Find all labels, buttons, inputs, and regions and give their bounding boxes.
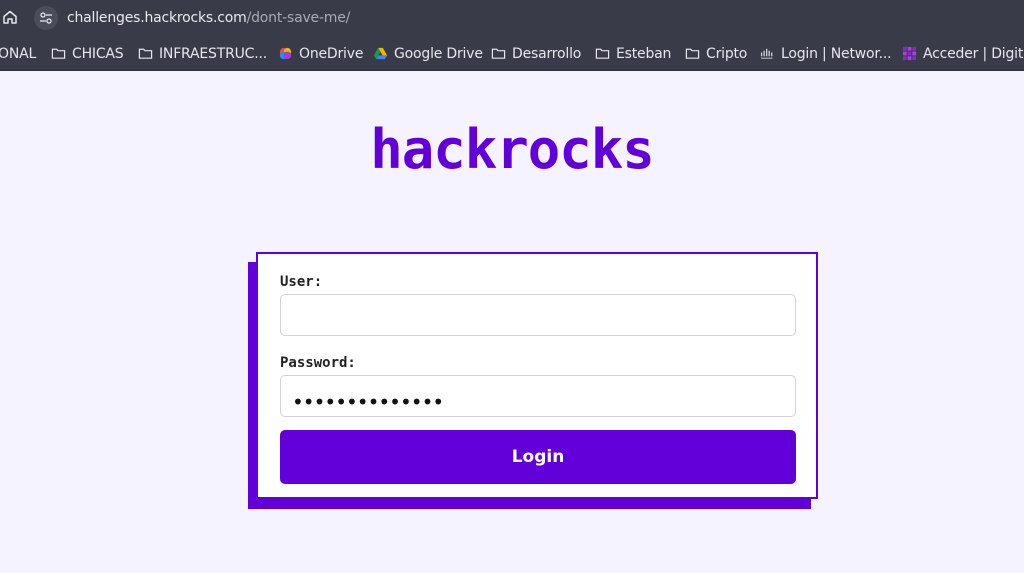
bookmark-label: CHICAS xyxy=(72,45,124,62)
folder-icon xyxy=(51,48,66,59)
password-label: Password: xyxy=(280,355,356,371)
bookmark-infraestruc[interactable]: INFRAESTRUC... xyxy=(138,36,267,70)
url-host: challenges.hackrocks.com xyxy=(67,10,247,26)
bookmarks-bar: ONAL CHICAS INFRAESTRUC... OneDrive Goog… xyxy=(0,36,1024,71)
cisco-icon xyxy=(760,48,773,59)
login-form: User: Password: •••••••••••••• Login xyxy=(256,252,818,499)
hackrocks-logo: hackrocks xyxy=(370,118,655,181)
bookmark-esteban[interactable]: Esteban xyxy=(595,36,672,70)
bookmark-label: Login | Networ... xyxy=(781,45,892,62)
bookmark-label: OneDrive xyxy=(299,45,364,62)
folder-icon xyxy=(595,48,610,59)
login-button[interactable]: Login xyxy=(280,430,796,484)
bookmark-label: Esteban xyxy=(616,45,672,62)
bookmark-onedrive[interactable]: OneDrive xyxy=(278,36,364,70)
url-path: /dont-save-me/ xyxy=(246,10,351,26)
site-info-button[interactable] xyxy=(34,6,58,30)
bookmark-cripto[interactable]: Cripto xyxy=(685,36,748,70)
url-field[interactable]: challenges.hackrocks.com/dont-save-me/ xyxy=(67,10,350,26)
home-icon[interactable] xyxy=(2,9,18,25)
folder-icon xyxy=(491,48,506,59)
folder-icon xyxy=(685,48,700,59)
user-input[interactable] xyxy=(280,294,796,336)
folder-icon xyxy=(138,48,153,59)
bookmark-login-network[interactable]: Login | Networ... xyxy=(760,36,892,70)
bookmark-desarrollo[interactable]: Desarrollo xyxy=(491,36,582,70)
bookmark-label: Desarrollo xyxy=(512,45,582,62)
tune-icon xyxy=(40,12,52,24)
bookmark-google-drive[interactable]: Google Drive xyxy=(373,36,483,70)
bookmark-label: Google Drive xyxy=(394,45,483,62)
bookmark-chicas[interactable]: CHICAS xyxy=(51,36,124,70)
address-bar: challenges.hackrocks.com/dont-save-me/ xyxy=(0,0,1024,36)
bookmark-label: ONAL xyxy=(0,45,37,62)
bookmark-label: Acceder | Digit... xyxy=(923,45,1024,62)
onedrive-icon xyxy=(279,47,292,60)
digit-icon xyxy=(902,46,917,61)
bookmark-acceder[interactable]: Acceder | Digit... xyxy=(902,36,1024,70)
google-drive-icon xyxy=(373,47,388,60)
bookmark-onal[interactable]: ONAL xyxy=(0,36,37,70)
bookmark-label: Cripto xyxy=(706,45,748,62)
user-label: User: xyxy=(280,274,323,290)
password-mask: •••••••••••••• xyxy=(292,390,444,414)
bookmark-label: INFRAESTRUC... xyxy=(159,45,267,62)
